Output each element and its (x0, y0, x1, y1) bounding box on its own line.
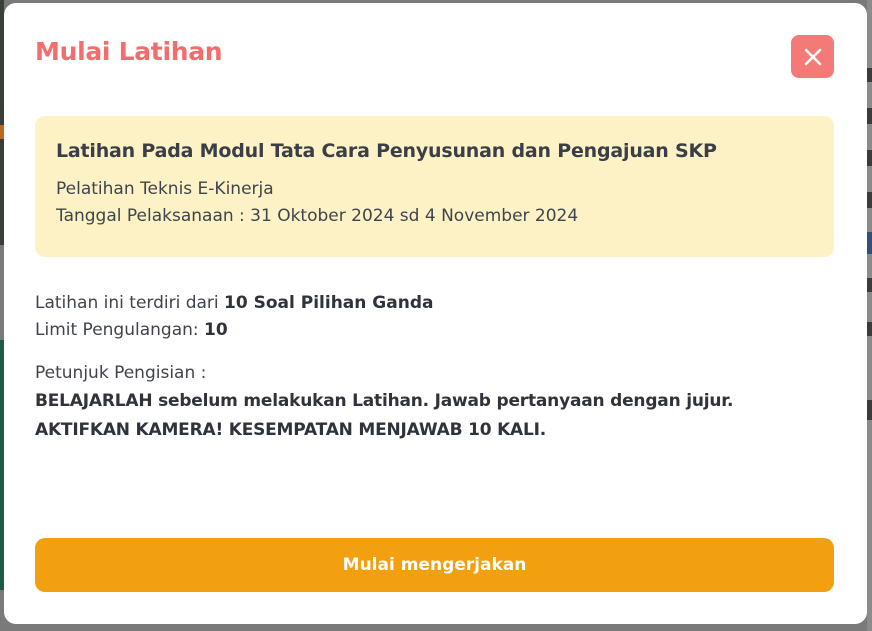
retry-limit-prefix: Limit Pengulangan: (35, 320, 205, 340)
module-info-box: Latihan Pada Modul Tata Cara Penyusunan … (35, 116, 834, 257)
background-accent (867, 232, 872, 254)
instruction-line: AKTIFKAN KAMERA! KESEMPATAN MENJAWAB 10 … (35, 420, 547, 440)
background-text-fragment (867, 150, 872, 166)
instruction-line: BELAJARLAH sebelum melakukan Latihan. Ja… (35, 391, 734, 411)
close-button[interactable] (791, 35, 834, 78)
execution-date: Tanggal Pelaksanaan : 31 Oktober 2024 sd… (56, 206, 579, 226)
question-count-prefix: Latihan ini terdiri dari (35, 293, 225, 313)
question-count-line: Latihan ini terdiri dari 10 Soal Pilihan… (35, 290, 835, 317)
background-text-fragment (867, 108, 872, 124)
retry-limit-line: Limit Pengulangan: 10 (35, 317, 835, 344)
exercise-details: Latihan ini terdiri dari 10 Soal Pilihan… (35, 290, 835, 445)
start-exercise-button[interactable]: Mulai mengerjakan (35, 538, 834, 592)
background-panel (867, 0, 872, 631)
close-icon (804, 48, 821, 65)
modal-title: Mulai Latihan (35, 37, 223, 66)
background-text-fragment (867, 278, 872, 292)
background-text-fragment (867, 400, 872, 420)
retry-limit-value: 10 (204, 320, 228, 340)
start-exercise-modal: Mulai Latihan Latihan Pada Modul Tata Ca… (4, 3, 867, 624)
background-text-fragment (867, 322, 872, 336)
background-text-fragment (867, 192, 872, 208)
question-count-value: 10 Soal Pilihan Ganda (224, 293, 434, 313)
module-heading: Latihan Pada Modul Tata Cara Penyusunan … (56, 140, 717, 162)
instructions-label: Petunjuk Pengisian : (35, 363, 207, 383)
background-text-fragment (867, 68, 872, 82)
training-name: Pelatihan Teknis E-Kinerja (56, 179, 274, 199)
